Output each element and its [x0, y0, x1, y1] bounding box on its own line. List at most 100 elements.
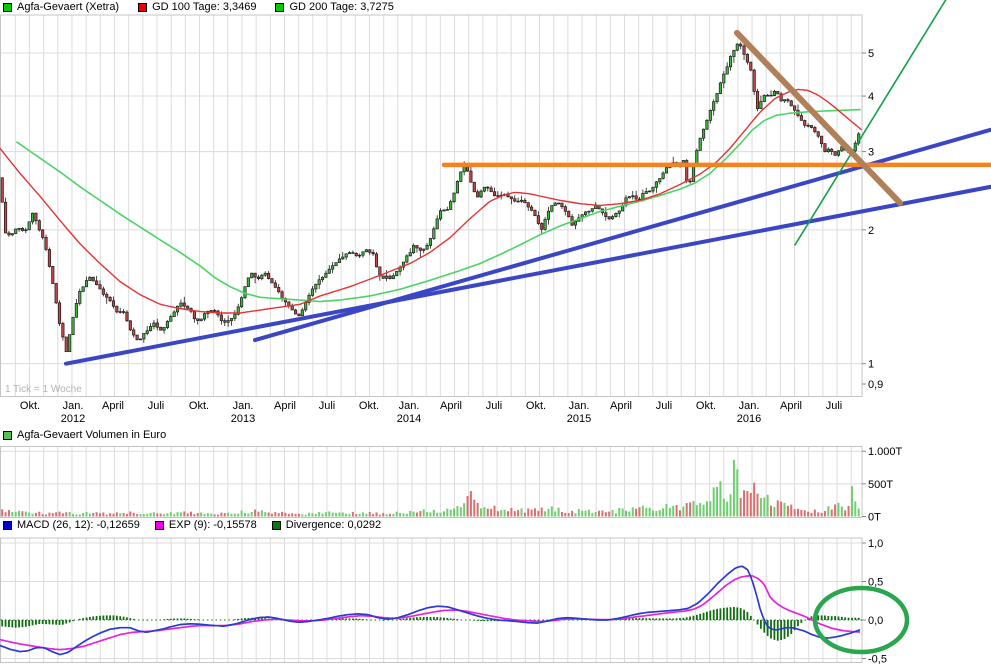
volume-bar — [244, 513, 246, 516]
volume-bar — [689, 502, 691, 516]
volume-bar — [278, 513, 280, 516]
x-axis-month-label: Jan. — [63, 400, 84, 412]
candle-down — [510, 197, 512, 199]
divergence-bar — [129, 618, 131, 620]
volume-bar — [703, 505, 705, 517]
x-axis-month-label: Jan. — [569, 400, 590, 412]
volume-bar — [477, 503, 479, 517]
divergence-bar — [241, 618, 243, 620]
volume-bar — [804, 510, 806, 516]
candle-down — [352, 253, 354, 254]
volume-bar — [615, 513, 617, 516]
candle-down — [52, 266, 54, 283]
volume-bar — [204, 514, 206, 517]
divergence-bar — [180, 618, 182, 620]
candle-down — [109, 297, 111, 301]
volume-bar — [767, 495, 769, 517]
candle-up — [423, 249, 425, 250]
volume-bar — [308, 513, 310, 517]
divergence-bar — [844, 617, 846, 620]
candle-down — [45, 237, 47, 249]
x-axis-month-label: Juli — [486, 400, 503, 412]
y-axis-label: 500T — [868, 479, 893, 491]
candle-up — [733, 50, 735, 56]
candle-up — [146, 331, 148, 334]
volume-bar — [406, 514, 408, 517]
volume-bar — [800, 510, 802, 517]
volume-legend: Agfa-Gevaert Volumen in Euro — [3, 429, 166, 441]
candle-up — [230, 318, 232, 320]
divergence-bar — [426, 617, 428, 620]
volume-bar — [821, 513, 823, 517]
price-legend: Agfa-Gevaert (Xetra)GD 100 Tage: 3,3469G… — [3, 1, 394, 13]
candle-down — [257, 277, 259, 279]
candle-up — [460, 172, 462, 182]
volume-bar — [831, 510, 833, 517]
divergence-bar — [655, 618, 657, 620]
volume-bar — [733, 460, 735, 517]
divergence-bar — [413, 617, 415, 620]
candle-up — [648, 191, 650, 192]
volume-bar — [568, 513, 570, 516]
volume-bar — [665, 504, 667, 517]
candle-up — [439, 211, 441, 219]
volume-bar — [210, 514, 212, 517]
candle-up — [385, 276, 387, 278]
divergence-bar — [119, 616, 121, 620]
volume-bar — [655, 511, 657, 516]
volume-bar — [814, 510, 816, 517]
volume-bar — [409, 511, 411, 517]
candle-down — [567, 211, 569, 216]
volume-bar — [160, 514, 162, 517]
candle-up — [554, 203, 556, 205]
divergence-bar — [187, 619, 189, 620]
divergence-bar — [686, 617, 688, 620]
support-trendline[interactable] — [66, 187, 991, 364]
volume-bar — [365, 514, 367, 517]
candle-up — [240, 298, 242, 307]
volume-bar — [35, 513, 37, 517]
volume-bar — [453, 508, 455, 516]
candle-down — [817, 132, 819, 136]
candle-up — [362, 252, 364, 255]
channel-trendline[interactable] — [255, 130, 991, 340]
candle-down — [419, 248, 421, 250]
volume-bar — [446, 509, 448, 517]
volume-bar — [794, 509, 796, 516]
volume-bar — [487, 509, 489, 517]
volume-bar — [349, 514, 351, 516]
candle-down — [793, 106, 795, 110]
y-axis-label: 2 — [868, 225, 874, 237]
divergence-bar — [96, 616, 98, 620]
volume-bar — [241, 511, 243, 517]
divergence-bar — [59, 620, 61, 625]
volume-bar — [1, 509, 3, 516]
volume-bar — [399, 513, 401, 516]
volume-bar — [183, 511, 185, 516]
divergence-bar — [102, 616, 104, 620]
legend-item: Agfa-Gevaert Volumen in Euro — [3, 429, 166, 441]
volume-bar — [450, 510, 452, 517]
divergence-bar — [89, 617, 91, 620]
candle-up — [227, 321, 229, 323]
divergence-bar — [453, 619, 455, 620]
candle-up — [783, 100, 785, 101]
candle-up — [837, 151, 839, 155]
volume-bar — [440, 513, 442, 517]
divergence-bar — [480, 620, 482, 621]
divergence-bar — [433, 617, 435, 620]
legend-item: MACD (26, 12): -0,12659 — [3, 519, 140, 531]
candle-up — [443, 210, 445, 211]
volume-bar — [298, 514, 300, 517]
divergence-bar — [79, 619, 81, 620]
volume-bar — [743, 490, 745, 516]
volume-bar — [133, 513, 135, 517]
divergence-bar — [345, 618, 347, 620]
volume-bar — [359, 514, 361, 516]
volume-bar — [601, 510, 603, 516]
volume-bar — [166, 513, 168, 516]
divergence-bar — [784, 620, 786, 639]
divergence-bar — [1, 620, 3, 626]
volume-bar — [514, 511, 516, 516]
volume-bar — [62, 513, 64, 516]
